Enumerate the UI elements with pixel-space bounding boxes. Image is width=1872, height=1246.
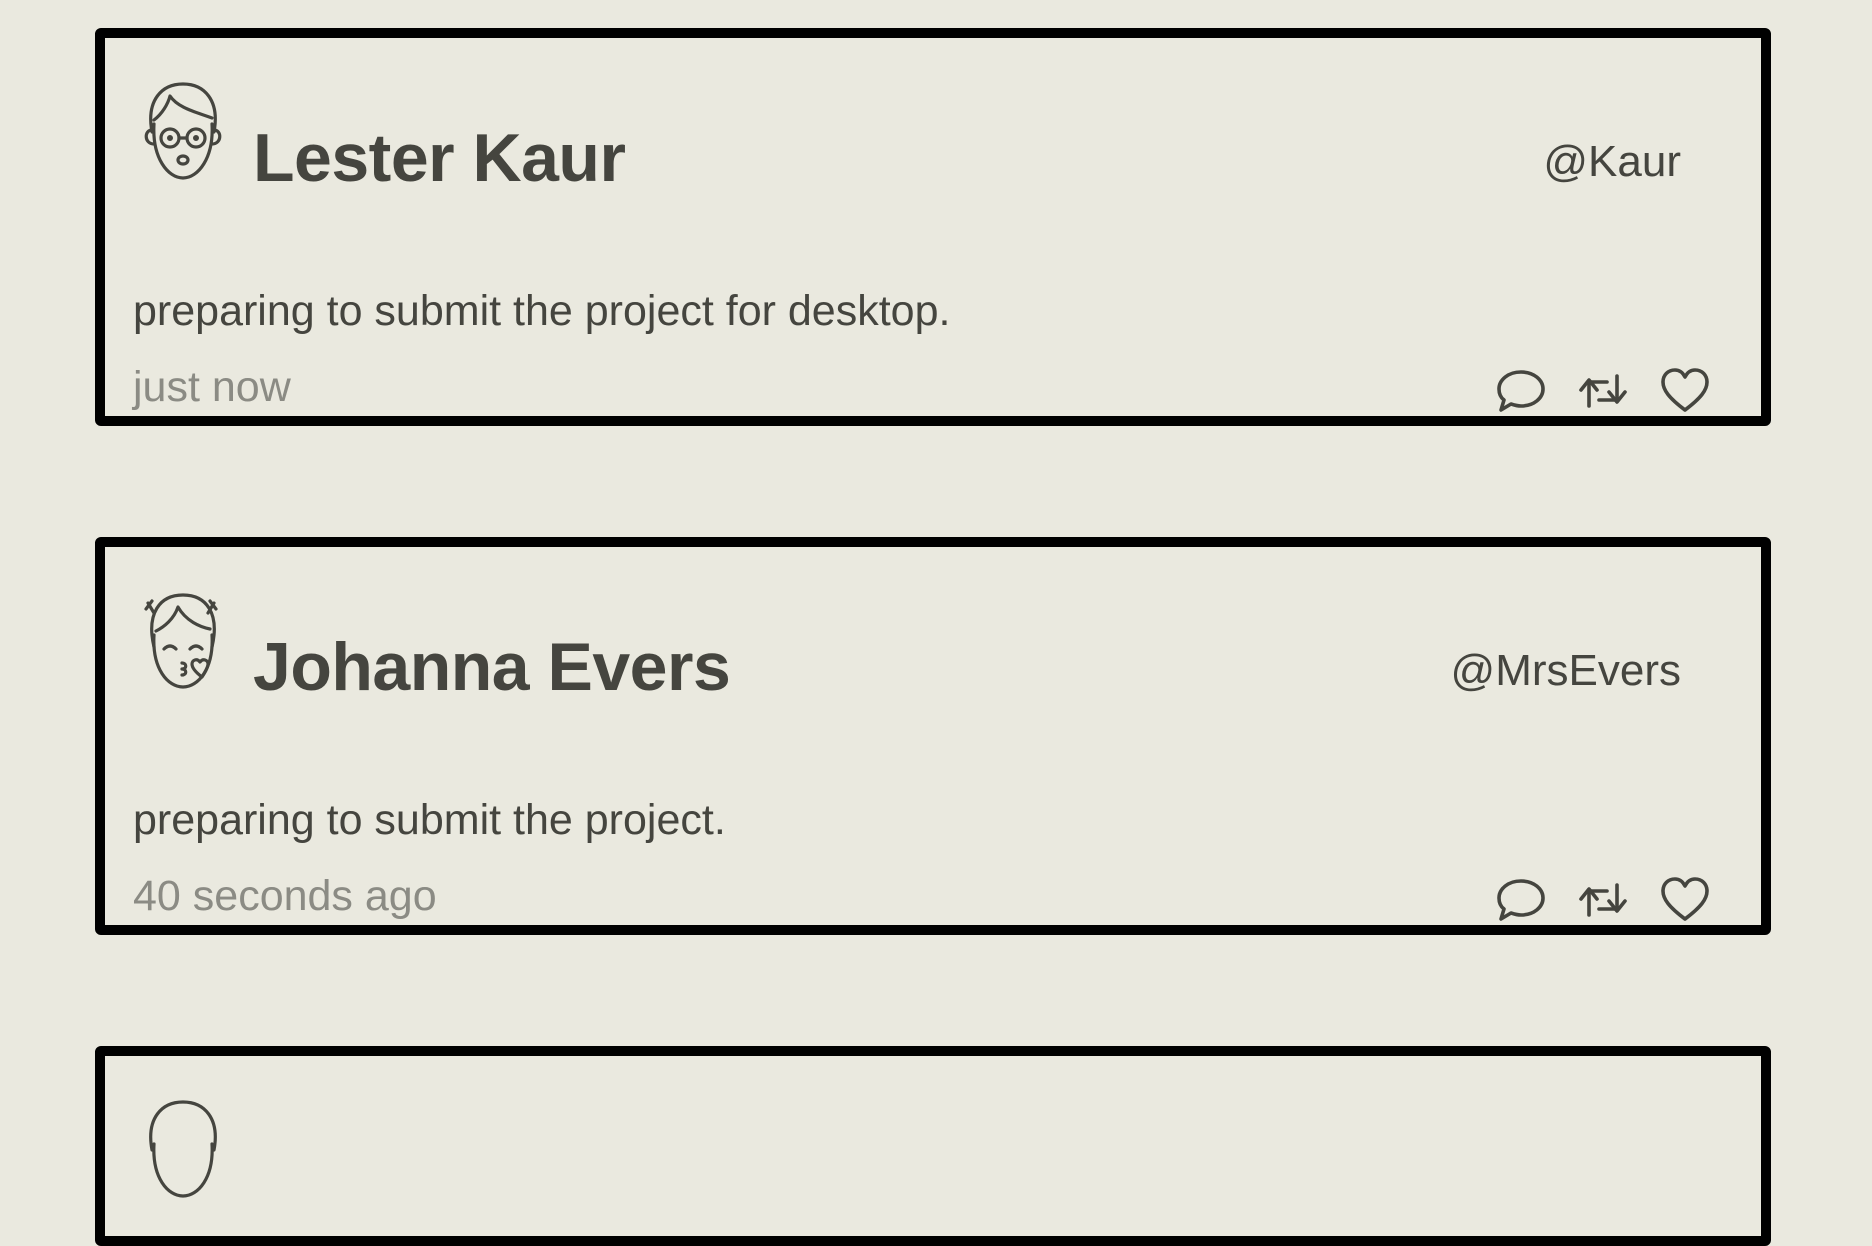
timestamp: just now bbox=[133, 363, 291, 411]
user-handle[interactable]: @MrsEvers bbox=[1451, 649, 1681, 693]
avatar-icon[interactable] bbox=[140, 1098, 226, 1200]
retweet-icon[interactable] bbox=[1577, 875, 1629, 925]
tweet-card: Johanna Evers @MrsEvers preparing to sub… bbox=[95, 537, 1771, 935]
heart-icon[interactable] bbox=[1659, 875, 1711, 925]
display-name[interactable]: Lester Kaur bbox=[253, 124, 626, 192]
heart-icon[interactable] bbox=[1659, 366, 1711, 416]
tweet-actions bbox=[1495, 875, 1711, 925]
tweet-actions bbox=[1495, 366, 1711, 416]
user-handle[interactable]: @Kaur bbox=[1543, 140, 1681, 184]
tweet-text: preparing to submit the project. bbox=[133, 796, 726, 844]
retweet-icon[interactable] bbox=[1577, 366, 1629, 416]
timestamp: 40 seconds ago bbox=[133, 872, 437, 920]
avatar-kiss-icon[interactable] bbox=[140, 589, 226, 691]
display-name[interactable]: Johanna Evers bbox=[253, 633, 731, 701]
comment-icon[interactable] bbox=[1495, 366, 1547, 416]
tweet-text: preparing to submit the project for desk… bbox=[133, 287, 951, 335]
tweet-card bbox=[95, 1046, 1771, 1246]
tweet-feed: Lester Kaur @Kaur preparing to submit th… bbox=[0, 0, 1872, 1246]
tweet-card: Lester Kaur @Kaur preparing to submit th… bbox=[95, 28, 1771, 426]
avatar-glasses-icon[interactable] bbox=[140, 80, 226, 182]
comment-icon[interactable] bbox=[1495, 875, 1547, 925]
